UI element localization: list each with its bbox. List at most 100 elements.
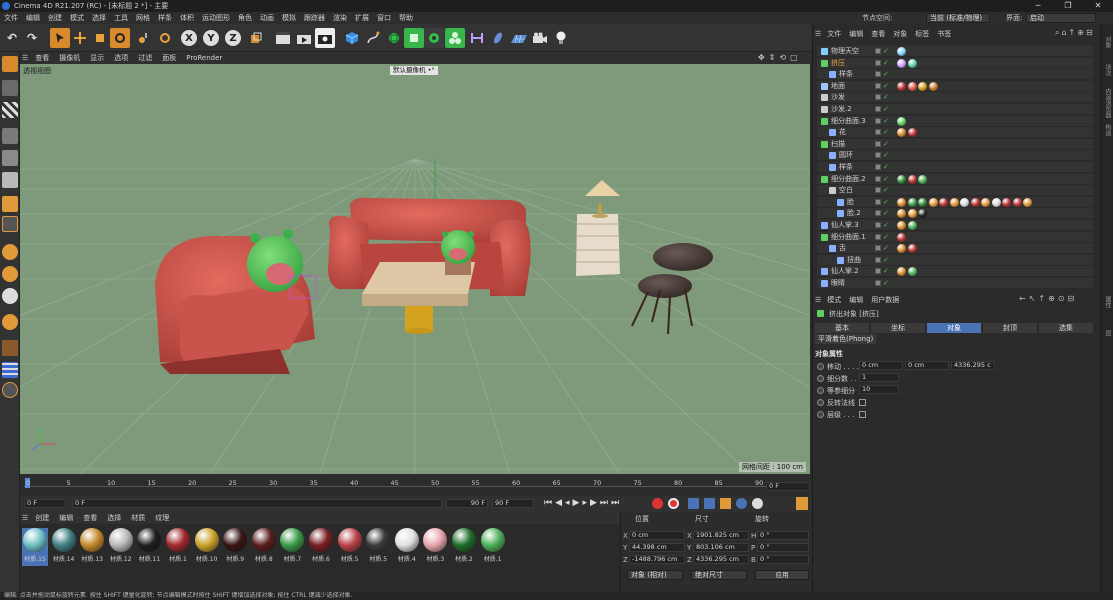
viewport-menu-view[interactable]: 查看 [30,53,54,63]
object-row[interactable]: 细分曲面.3 ✓ [817,115,1093,127]
enabled-check-icon[interactable]: ✓ [883,151,889,160]
layer-visibility-toggle[interactable] [875,245,881,252]
material-tag-icon[interactable] [897,47,906,56]
enabled-check-icon[interactable]: ✓ [883,209,889,218]
material-tag-icon[interactable] [981,197,990,207]
tab-caps[interactable]: 封顶 [983,323,1037,333]
material-swatch[interactable]: 材质.7 [279,528,305,566]
material-tag-icon[interactable] [897,221,906,230]
menu-select[interactable]: 选择 [88,13,110,23]
current-frame-field[interactable]: 0 F [24,499,66,508]
enabled-check-icon[interactable]: ✓ [883,186,889,195]
material-tag-icon[interactable] [907,267,917,277]
size-x-field[interactable]: 1901.825 cm [693,531,749,540]
material-tag-icon[interactable] [907,209,917,219]
object-name[interactable]: 细分曲面.3 [831,117,866,126]
material-menu-select[interactable]: 选择 [102,513,126,523]
attribute-menu-userdata[interactable]: 用户数据 [867,295,903,305]
y-axis-lock-button[interactable]: Y [203,30,219,46]
object-row[interactable]: 仙人掌.3 ✓ [817,220,1093,231]
layer-visibility-toggle[interactable] [875,233,881,240]
object-row[interactable]: 仙人掌.2 ✓ [817,266,1093,278]
tab-selections[interactable]: 选集 [1039,323,1093,333]
axis-mode-button[interactable] [2,216,18,232]
object-name[interactable]: 扫描 [831,140,845,149]
floor-button[interactable] [509,28,529,48]
material-swatch[interactable]: 材质.6 [308,528,334,566]
viewport-menu-prorender[interactable]: ProRender [181,54,227,62]
make-editable-button[interactable] [2,56,18,72]
enabled-check-icon[interactable]: ✓ [883,82,889,91]
tab-phong[interactable]: 平滑着色(Phong) [815,334,877,344]
enabled-check-icon[interactable]: ✓ [883,175,889,184]
material-tag-icon[interactable] [897,244,906,254]
material-tag-icon[interactable] [970,197,980,207]
menu-window[interactable]: 窗口 [373,13,395,23]
object-menu-object[interactable]: 对象 [889,29,911,39]
layer-visibility-toggle[interactable] [875,164,881,170]
material-swatch[interactable]: 材质.11 [136,528,162,566]
material-tag-icon[interactable] [907,197,917,207]
snap-button-2[interactable] [2,266,18,282]
object-name[interactable]: 沙发 [831,93,845,102]
material-swatch[interactable]: 材质.4 [394,528,420,566]
object-menu-tags[interactable]: 标签 [911,29,933,39]
tab-basic[interactable]: 基本 [815,323,869,333]
object-row[interactable]: 圆环 ✓ [817,150,1093,162]
material-tag-icon[interactable] [928,197,938,207]
material-menu-handle-icon[interactable]: ☰ [20,514,30,522]
camera-selector[interactable]: 默认摄像机 •° [390,66,438,75]
tab-object[interactable]: 对象 [927,323,981,333]
material-tag-icon[interactable] [1012,197,1022,207]
object-name[interactable]: 眼睛 [831,279,845,288]
side-tab-layers[interactable]: 层 [1103,330,1112,336]
mograph-fracture-button[interactable] [445,28,465,48]
timeline-ruler[interactable]: 0 5 10 15 20 25 30 35 40 45 50 55 60 65 70 75 80 85 90 0 F [20,474,812,496]
material-tag-icon[interactable] [907,81,917,91]
soft-selection-button[interactable] [2,382,18,398]
side-tab-attributes[interactable]: 属性 [1103,296,1112,308]
move-x-field[interactable]: 0 cm [859,361,903,370]
material-swatch[interactable]: 材质.1 [480,528,506,566]
quantize-button[interactable] [2,314,18,330]
layer-visibility-toggle[interactable] [875,198,881,205]
apply-button[interactable]: 应用 [755,570,809,580]
material-tag-icon[interactable] [897,232,906,242]
object-name[interactable]: 扭曲 [847,256,861,265]
layer-visibility-toggle[interactable] [875,82,881,89]
enabled-check-icon[interactable]: ✓ [883,140,889,149]
coordinate-system-button[interactable] [246,28,266,48]
points-mode-button[interactable] [2,150,18,166]
object-row[interactable]: 脸.2 ✓ [817,208,1093,220]
playback-controls[interactable]: ⏮◀◂▶▸▶⏭⏭ [544,498,622,508]
side-tab-structure[interactable]: 构造 [1103,124,1112,136]
enabled-check-icon[interactable]: ✓ [883,267,889,276]
attribute-nav-icons[interactable]: ←↖↑⊕⊙⊟ [1019,294,1077,303]
object-row[interactable]: 细分曲面.1 ✓ [817,231,1093,243]
key-rotation-button[interactable] [720,498,731,509]
material-swatch[interactable]: 材质.5 [365,528,391,566]
workplane-button[interactable] [2,128,18,144]
object-menu-view[interactable]: 查看 [867,29,889,39]
pos-x-field[interactable]: 0 cm [629,531,685,540]
light-button[interactable] [551,28,571,48]
move-tool-button[interactable] [70,28,90,48]
material-tag-icon[interactable] [949,197,959,207]
object-name[interactable]: 样条 [839,70,853,79]
layer-visibility-toggle[interactable] [875,129,881,136]
recent-tool-button[interactable] [134,28,154,48]
object-name[interactable]: 脸 [847,198,854,207]
cube-object-button[interactable] [342,28,362,48]
layer-visibility-toggle[interactable] [875,187,881,194]
object-row[interactable]: 物理天空 ✓ [817,46,1093,57]
snap-button-1[interactable] [2,244,18,260]
object-name[interactable]: 细分曲面.2 [831,175,866,184]
side-tab-content-browser[interactable]: 内容浏览器 [1103,88,1112,118]
object-row[interactable]: 脸 ✓ [817,196,1093,208]
layer-visibility-toggle[interactable] [875,94,881,101]
rot-h-field[interactable]: 0 ° [757,531,809,540]
material-tag-icon[interactable] [897,197,906,207]
record-keyframe-button[interactable] [652,498,663,509]
flip-normals-checkbox[interactable] [859,399,866,406]
select-tool-button[interactable] [50,28,70,48]
